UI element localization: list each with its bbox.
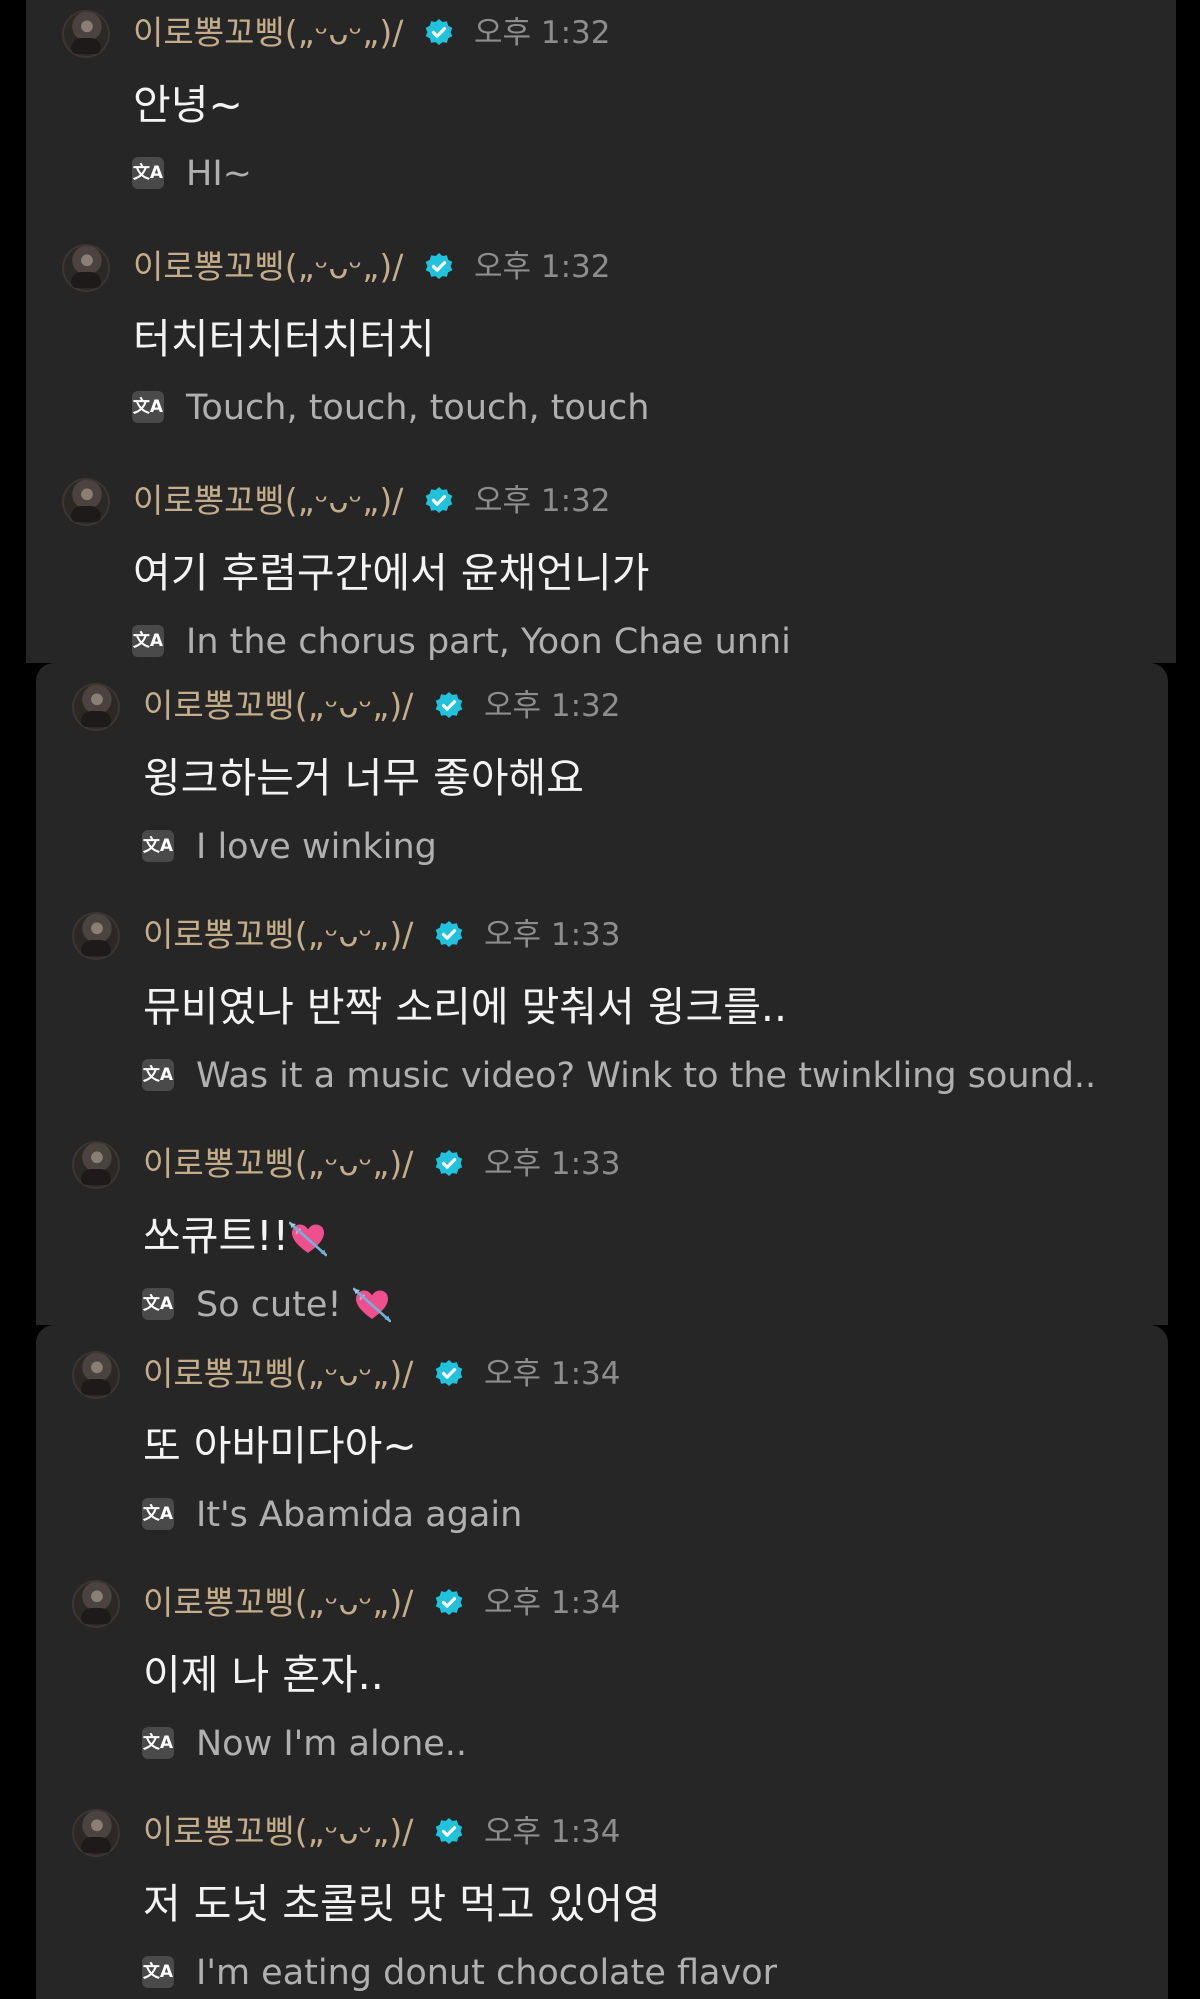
chat-message[interactable]: 이로뽕꼬삥(„ᵕᴗᵕ„)/ 오후 1:34 또 아바미다아~ 文A It's A… — [36, 1341, 1168, 1571]
message-translation: I love winking — [196, 827, 437, 867]
heart-with-arrow-icon — [352, 1286, 391, 1323]
message-translation-content: So cute! — [196, 1285, 353, 1325]
username[interactable]: 이로뽕꼬삥(„ᵕᴗᵕ„)/ — [143, 1578, 413, 1628]
chat-message[interactable]: 이로뽕꼬삥(„ᵕᴗᵕ„)/ 오후 1:33 뮤비였나 반짝 소리에 맞춰서 윙크… — [36, 902, 1168, 1132]
message-text: 또 아바미다아~ — [143, 1422, 417, 1470]
username[interactable]: 이로뽕꼬삥(„ᵕᴗᵕ„)/ — [143, 1139, 413, 1189]
message-text: 저 도넛 초콜릿 맛 먹고 있어영 — [143, 1880, 661, 1928]
user-avatar[interactable] — [62, 478, 110, 526]
translate-icon: 文A — [142, 830, 174, 862]
translate-icon: 文A — [142, 1727, 174, 1759]
message-timestamp: 오후 1:32 — [474, 483, 611, 519]
verified-badge-icon — [433, 1148, 465, 1180]
translate-icon: 文A — [142, 1498, 174, 1530]
chat-message[interactable]: 이로뽕꼬삥(„ᵕᴗᵕ„)/ 오후 1:33 쏘큐트!! 文A So cute! — [36, 1131, 1168, 1325]
heart-with-arrow-icon — [289, 1220, 328, 1257]
translate-icon: 文A — [132, 391, 164, 423]
verified-badge-icon — [423, 485, 455, 517]
verified-badge-icon — [423, 251, 455, 283]
message-timestamp: 오후 1:34 — [484, 1814, 621, 1850]
user-avatar[interactable] — [72, 683, 120, 731]
username[interactable]: 이로뽕꼬삥(„ᵕᴗᵕ„)/ — [143, 910, 413, 960]
message-timestamp: 오후 1:34 — [484, 1356, 621, 1392]
message-translation: Was it a music video? Wink to the twinkl… — [196, 1056, 1097, 1096]
message-translation: So cute! — [196, 1277, 391, 1325]
username[interactable]: 이로뽕꼬삥(„ᵕᴗᵕ„)/ — [133, 242, 403, 292]
message-timestamp: 오후 1:34 — [484, 1585, 621, 1621]
verified-badge-icon — [433, 1816, 465, 1848]
chat-message[interactable]: 이로뽕꼬삥(„ᵕᴗᵕ„)/ 오후 1:34 저 도넛 초콜릿 맛 먹고 있어영 … — [36, 1799, 1168, 1999]
chat-panel-3: 이로뽕꼬삥(„ᵕᴗᵕ„)/ 오후 1:34 또 아바미다아~ 文A It's A… — [36, 1325, 1168, 1999]
user-avatar[interactable] — [72, 912, 120, 960]
message-timestamp: 오후 1:32 — [474, 15, 611, 51]
message-text-content: 쏘큐트!! — [143, 1212, 290, 1260]
username[interactable]: 이로뽕꼬삥(„ᵕᴗᵕ„)/ — [143, 1349, 413, 1399]
user-avatar[interactable] — [62, 244, 110, 292]
user-avatar[interactable] — [72, 1809, 120, 1857]
message-text: 이제 나 혼자.. — [143, 1651, 384, 1699]
message-timestamp: 오후 1:32 — [484, 688, 621, 724]
message-translation: It's Abamida again — [196, 1495, 523, 1535]
message-translation: Now I'm alone.. — [196, 1724, 468, 1764]
message-text: 윙크하는거 너무 좋아해요 — [143, 754, 584, 802]
verified-badge-icon — [433, 919, 465, 951]
verified-badge-icon — [433, 1358, 465, 1390]
username[interactable]: 이로뽕꼬삥(„ᵕᴗᵕ„)/ — [133, 476, 403, 526]
user-avatar[interactable] — [72, 1351, 120, 1399]
user-avatar[interactable] — [72, 1580, 120, 1628]
username[interactable]: 이로뽕꼬삥(„ᵕᴗᵕ„)/ — [143, 1807, 413, 1857]
chat-message[interactable]: 이로뽕꼬삥(„ᵕᴗᵕ„)/ 오후 1:32 윙크하는거 너무 좋아해요 文A I… — [36, 673, 1168, 903]
translate-icon: 文A — [142, 1956, 174, 1988]
chat-panel-2: 이로뽕꼬삥(„ᵕᴗᵕ„)/ 오후 1:32 윙크하는거 너무 좋아해요 文A I… — [36, 663, 1168, 1325]
message-text: 안녕~ — [133, 81, 243, 129]
translate-icon: 文A — [132, 625, 164, 657]
user-avatar[interactable] — [72, 1141, 120, 1189]
chat-panel-1: 이로뽕꼬삥(„ᵕᴗᵕ„)/ 오후 1:32 안녕~ 文A HI~ 이로뽕꼬삥(„… — [26, 0, 1176, 663]
message-translation: I'm eating donut chocolate flavor — [196, 1953, 778, 1993]
verified-badge-icon — [423, 17, 455, 49]
message-timestamp: 오후 1:33 — [484, 917, 621, 953]
message-translation: HI~ — [186, 154, 252, 194]
username[interactable]: 이로뽕꼬삥(„ᵕᴗᵕ„)/ — [143, 681, 413, 731]
chat-message[interactable]: 이로뽕꼬삥(„ᵕᴗᵕ„)/ 오후 1:32 터치터치터치터치 文A Touch,… — [26, 234, 1176, 464]
username[interactable]: 이로뽕꼬삥(„ᵕᴗᵕ„)/ — [133, 8, 403, 58]
user-avatar[interactable] — [62, 10, 110, 58]
message-text: 터치터치터치터치 — [133, 315, 435, 363]
message-timestamp: 오후 1:33 — [484, 1146, 621, 1182]
verified-badge-icon — [433, 690, 465, 722]
chat-message[interactable]: 이로뽕꼬삥(„ᵕᴗᵕ„)/ 오후 1:34 이제 나 혼자.. 文A Now I… — [36, 1570, 1168, 1800]
translate-icon: 文A — [132, 157, 164, 189]
message-text: 뮤비였나 반짝 소리에 맞춰서 윙크를.. — [143, 983, 787, 1031]
message-translation: In the chorus part, Yoon Chae unni — [186, 622, 791, 662]
chat-message[interactable]: 이로뽕꼬삥(„ᵕᴗᵕ„)/ 오후 1:32 여기 후렴구간에서 윤채언니가 文A… — [26, 468, 1176, 663]
message-timestamp: 오후 1:32 — [474, 249, 611, 285]
chat-message[interactable]: 이로뽕꼬삥(„ᵕᴗᵕ„)/ 오후 1:32 안녕~ 文A HI~ — [26, 0, 1176, 230]
message-text: 여기 후렴구간에서 윤채언니가 — [133, 549, 650, 597]
message-text: 쏘큐트!! — [143, 1207, 328, 1265]
translate-icon: 文A — [142, 1288, 174, 1320]
translate-icon: 文A — [142, 1059, 174, 1091]
verified-badge-icon — [433, 1587, 465, 1619]
message-translation: Touch, touch, touch, touch — [186, 388, 650, 428]
